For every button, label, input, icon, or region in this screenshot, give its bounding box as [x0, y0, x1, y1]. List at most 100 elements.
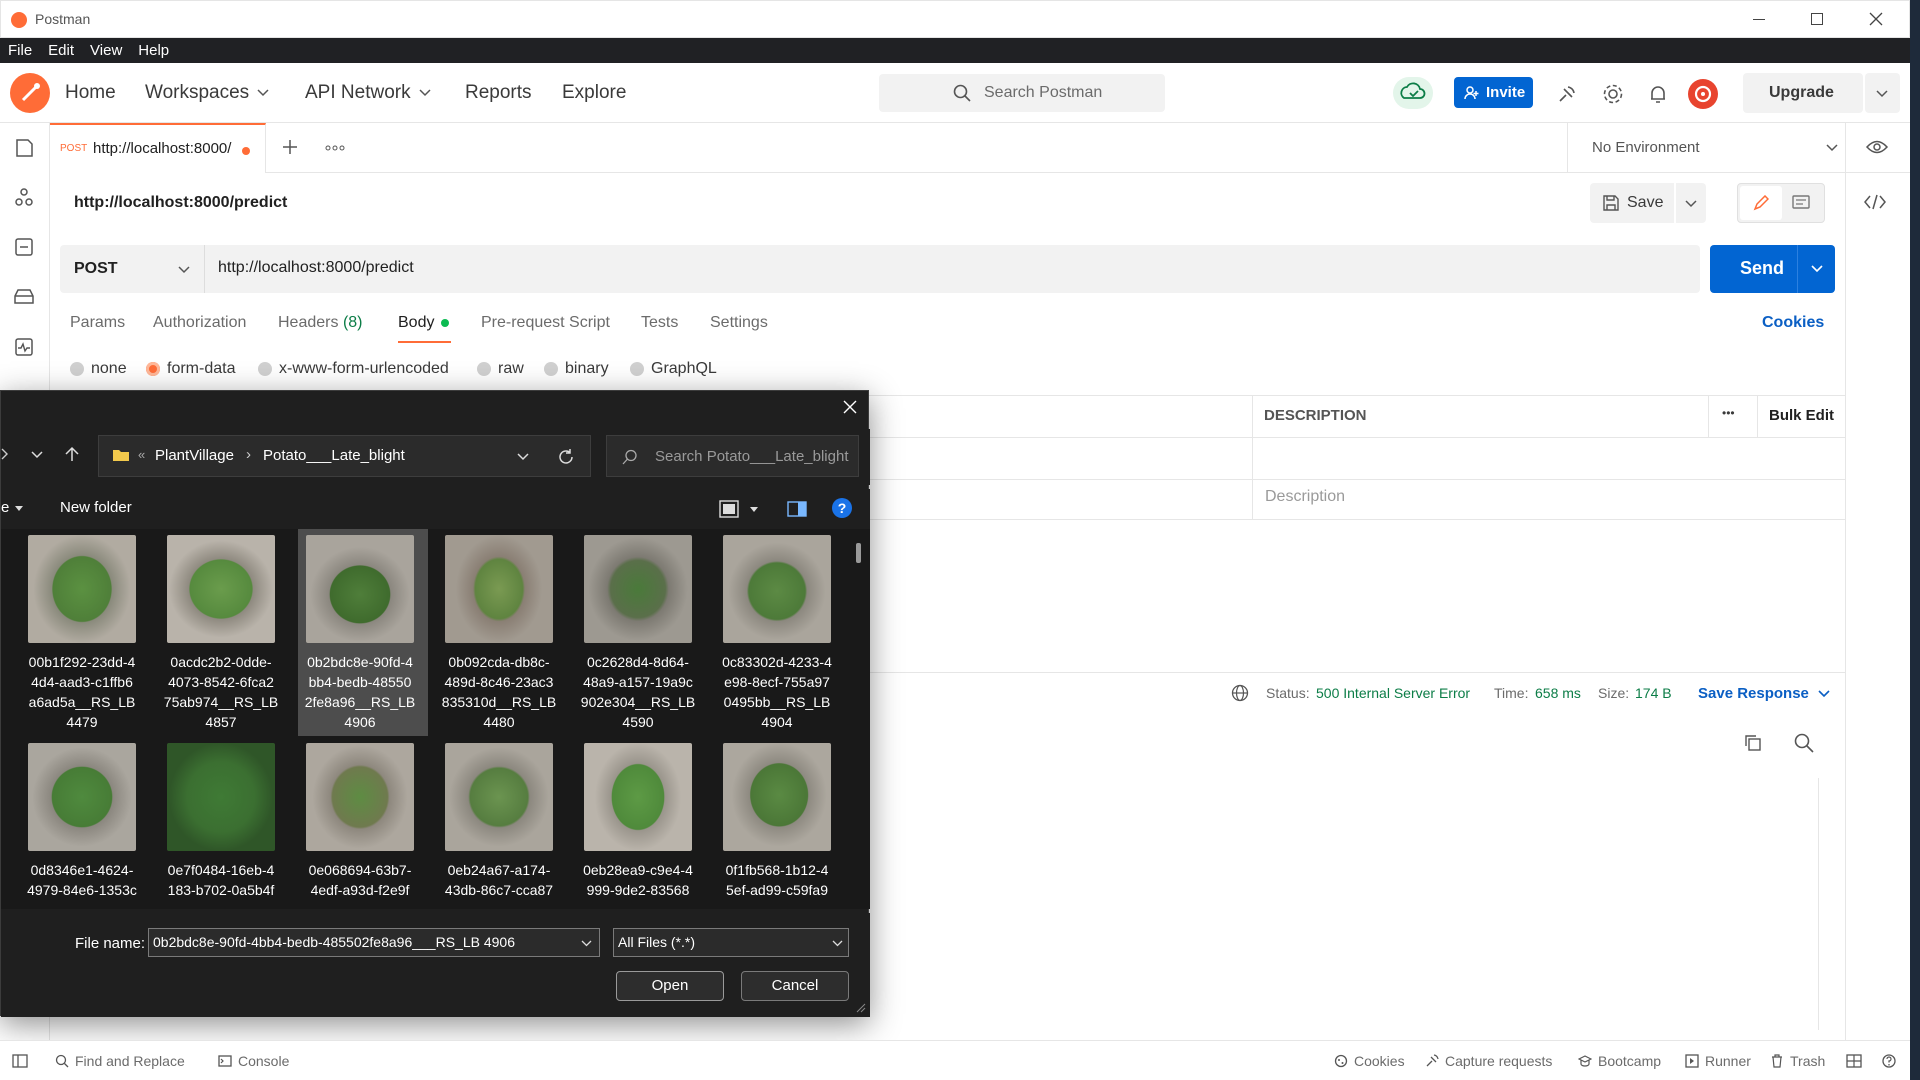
- open-button[interactable]: Open: [616, 971, 724, 1001]
- bulk-edit-link[interactable]: Bulk Edit: [1769, 407, 1834, 424]
- apis-icon[interactable]: [14, 187, 34, 207]
- chevron-down-icon[interactable]: [581, 940, 592, 947]
- search-postman-input[interactable]: Search Postman: [879, 74, 1165, 112]
- cancel-button[interactable]: Cancel: [741, 971, 849, 1001]
- runner-button[interactable]: Runner: [1685, 1053, 1751, 1069]
- maximize-icon[interactable]: [1811, 13, 1823, 25]
- more-tabs-icon[interactable]: [325, 145, 345, 151]
- status-cookies-button[interactable]: Cookies: [1334, 1053, 1405, 1069]
- code-snippet-icon[interactable]: [1864, 194, 1886, 210]
- time-value[interactable]: 658 ms: [1535, 685, 1581, 701]
- file-tile[interactable]: 0e068694-63b7- 4edf-a93d-f2e9f: [292, 737, 428, 909]
- copy-icon[interactable]: [1744, 734, 1762, 752]
- up-folder-arrow-icon[interactable]: [65, 446, 79, 462]
- gear-icon[interactable]: [1602, 83, 1624, 105]
- path-segment-plantvillage[interactable]: PlantVillage: [155, 447, 234, 464]
- resize-grip-icon[interactable]: [856, 1003, 866, 1013]
- search-response-icon[interactable]: [1794, 733, 1814, 753]
- help-circle-icon[interactable]: [1882, 1053, 1896, 1069]
- postman-home-logo-icon[interactable]: [10, 73, 50, 113]
- tab-headers[interactable]: Headers (8): [278, 314, 363, 332]
- chevron-down-icon[interactable]: [1811, 265, 1823, 273]
- comments-icon[interactable]: [1792, 195, 1810, 211]
- file-tile-selected[interactable]: 0b2bdc8e-90fd-4 bb4-bedb-48550 2fe8a96__RS…: [292, 529, 428, 736]
- menu-edit[interactable]: Edit: [40, 42, 82, 59]
- sync-status-icon[interactable]: [1393, 77, 1433, 109]
- folder-search-input[interactable]: Search Potato___Late_blight: [606, 435, 859, 477]
- satellite-icon[interactable]: [1557, 84, 1577, 104]
- mock-servers-icon[interactable]: [12, 287, 36, 307]
- path-segment-potato-late-blight[interactable]: Potato___Late_blight: [263, 447, 405, 464]
- close-window-icon[interactable]: [1869, 12, 1883, 26]
- file-tile[interactable]: 0b092cda-db8c- 489d-8c46-23ac3 835310d__RS…: [431, 529, 567, 736]
- avatar[interactable]: [1688, 79, 1718, 109]
- nav-home[interactable]: Home: [65, 82, 116, 104]
- description-field[interactable]: Description: [1265, 488, 1345, 506]
- tab-settings[interactable]: Settings: [710, 314, 768, 332]
- view-options-icon[interactable]: [719, 500, 739, 518]
- help-icon[interactable]: ?: [832, 498, 852, 518]
- table-more-icon[interactable]: •••: [1722, 406, 1735, 420]
- organize-menu[interactable]: e: [1, 499, 9, 516]
- upgrade-button[interactable]: Upgrade: [1743, 73, 1863, 113]
- new-tab-plus-icon[interactable]: [282, 139, 298, 155]
- globe-icon[interactable]: [1231, 684, 1249, 702]
- edit-mode-button[interactable]: [1740, 186, 1782, 220]
- file-tile[interactable]: 0c2628d4-8d64- 48a9-a157-19a9c 902e304__RS…: [570, 529, 706, 736]
- recent-locations-chevron-icon[interactable]: [31, 451, 43, 459]
- file-tile[interactable]: 0c83302d-4233-4 e98-8ecf-755a97 0495bb__RS…: [709, 529, 845, 736]
- file-type-select[interactable]: All Files (*.*): [613, 928, 849, 957]
- nav-reports[interactable]: Reports: [465, 82, 532, 104]
- file-tile[interactable]: 0eb24a67-a174- 43db-86c7-cca87: [431, 737, 567, 909]
- nav-explore[interactable]: Explore: [562, 82, 626, 104]
- monitors-icon[interactable]: [14, 337, 34, 357]
- save-dropdown[interactable]: [1676, 183, 1706, 223]
- menu-file[interactable]: File: [0, 42, 40, 59]
- save-button[interactable]: Save: [1590, 183, 1674, 223]
- bootcamp-button[interactable]: Bootcamp: [1578, 1053, 1661, 1069]
- response-scroll-track[interactable]: [1818, 778, 1819, 1030]
- url-input[interactable]: http://localhost:8000/predict: [205, 245, 1700, 293]
- environments-icon[interactable]: [14, 237, 34, 257]
- file-name-input[interactable]: 0b2bdc8e-90fd-4bb4-bedb-485502fe8a96___R…: [148, 928, 600, 957]
- forward-arrow-icon[interactable]: [1, 448, 9, 460]
- radio-urlencoded[interactable]: x-www-form-urlencoded: [258, 360, 449, 378]
- radio-form-data[interactable]: form-data: [146, 360, 235, 378]
- radio-graphql[interactable]: GraphQL: [630, 360, 717, 378]
- file-tile[interactable]: 0d8346e1-4624- 4979-84e6-1353c: [14, 737, 150, 909]
- tab-authorization[interactable]: Authorization: [153, 314, 246, 332]
- tab-body[interactable]: Body: [398, 314, 450, 332]
- size-value[interactable]: 174 B: [1635, 685, 1672, 701]
- request-title[interactable]: http://localhost:8000/predict: [74, 194, 287, 212]
- new-folder-button[interactable]: New folder: [60, 499, 132, 516]
- environment-select[interactable]: No Environment: [1580, 123, 1880, 173]
- invite-button[interactable]: Invite: [1454, 77, 1533, 108]
- toggle-sidebar-icon[interactable]: [12, 1054, 28, 1068]
- find-replace-button[interactable]: Find and Replace: [55, 1053, 185, 1069]
- refresh-icon[interactable]: [557, 448, 575, 466]
- request-tab-active[interactable]: POST http://localhost:8000/: [50, 123, 266, 173]
- bell-icon[interactable]: [1648, 83, 1668, 105]
- capture-requests-button[interactable]: Capture requests: [1425, 1053, 1552, 1069]
- trash-button[interactable]: Trash: [1770, 1053, 1825, 1069]
- radio-binary[interactable]: binary: [544, 360, 609, 378]
- nav-workspaces[interactable]: Workspaces: [145, 82, 269, 104]
- grid-scrollbar-thumb[interactable]: [856, 543, 861, 563]
- file-tile[interactable]: 00b1f292-23dd-4 4d4-aad3-c1ffb6 a6ad5a__RS…: [14, 529, 150, 736]
- view-dropdown-icon[interactable]: [750, 507, 758, 512]
- tab-tests[interactable]: Tests: [641, 314, 678, 332]
- file-tile[interactable]: 0acdc2b2-0dde- 4073-8542-6fca2 75ab974__RS…: [153, 529, 289, 736]
- radio-raw[interactable]: raw: [477, 360, 524, 378]
- send-button[interactable]: Send: [1710, 245, 1835, 293]
- two-pane-view-icon[interactable]: [1846, 1054, 1862, 1068]
- save-response-button[interactable]: Save Response: [1698, 685, 1809, 702]
- eye-icon[interactable]: [1866, 139, 1888, 155]
- method-select[interactable]: POST: [60, 245, 205, 293]
- file-tile[interactable]: 0eb28ea9-c9e4-4 999-9de2-83568: [570, 737, 706, 909]
- address-dropdown-chevron-icon[interactable]: [517, 453, 529, 461]
- nav-api-network[interactable]: API Network: [305, 82, 431, 104]
- menu-view[interactable]: View: [82, 42, 130, 59]
- file-tile[interactable]: 0e7f0484-16eb-4 183-b702-0a5b4f: [153, 737, 289, 909]
- radio-none[interactable]: none: [70, 360, 127, 378]
- console-button[interactable]: Console: [218, 1053, 289, 1069]
